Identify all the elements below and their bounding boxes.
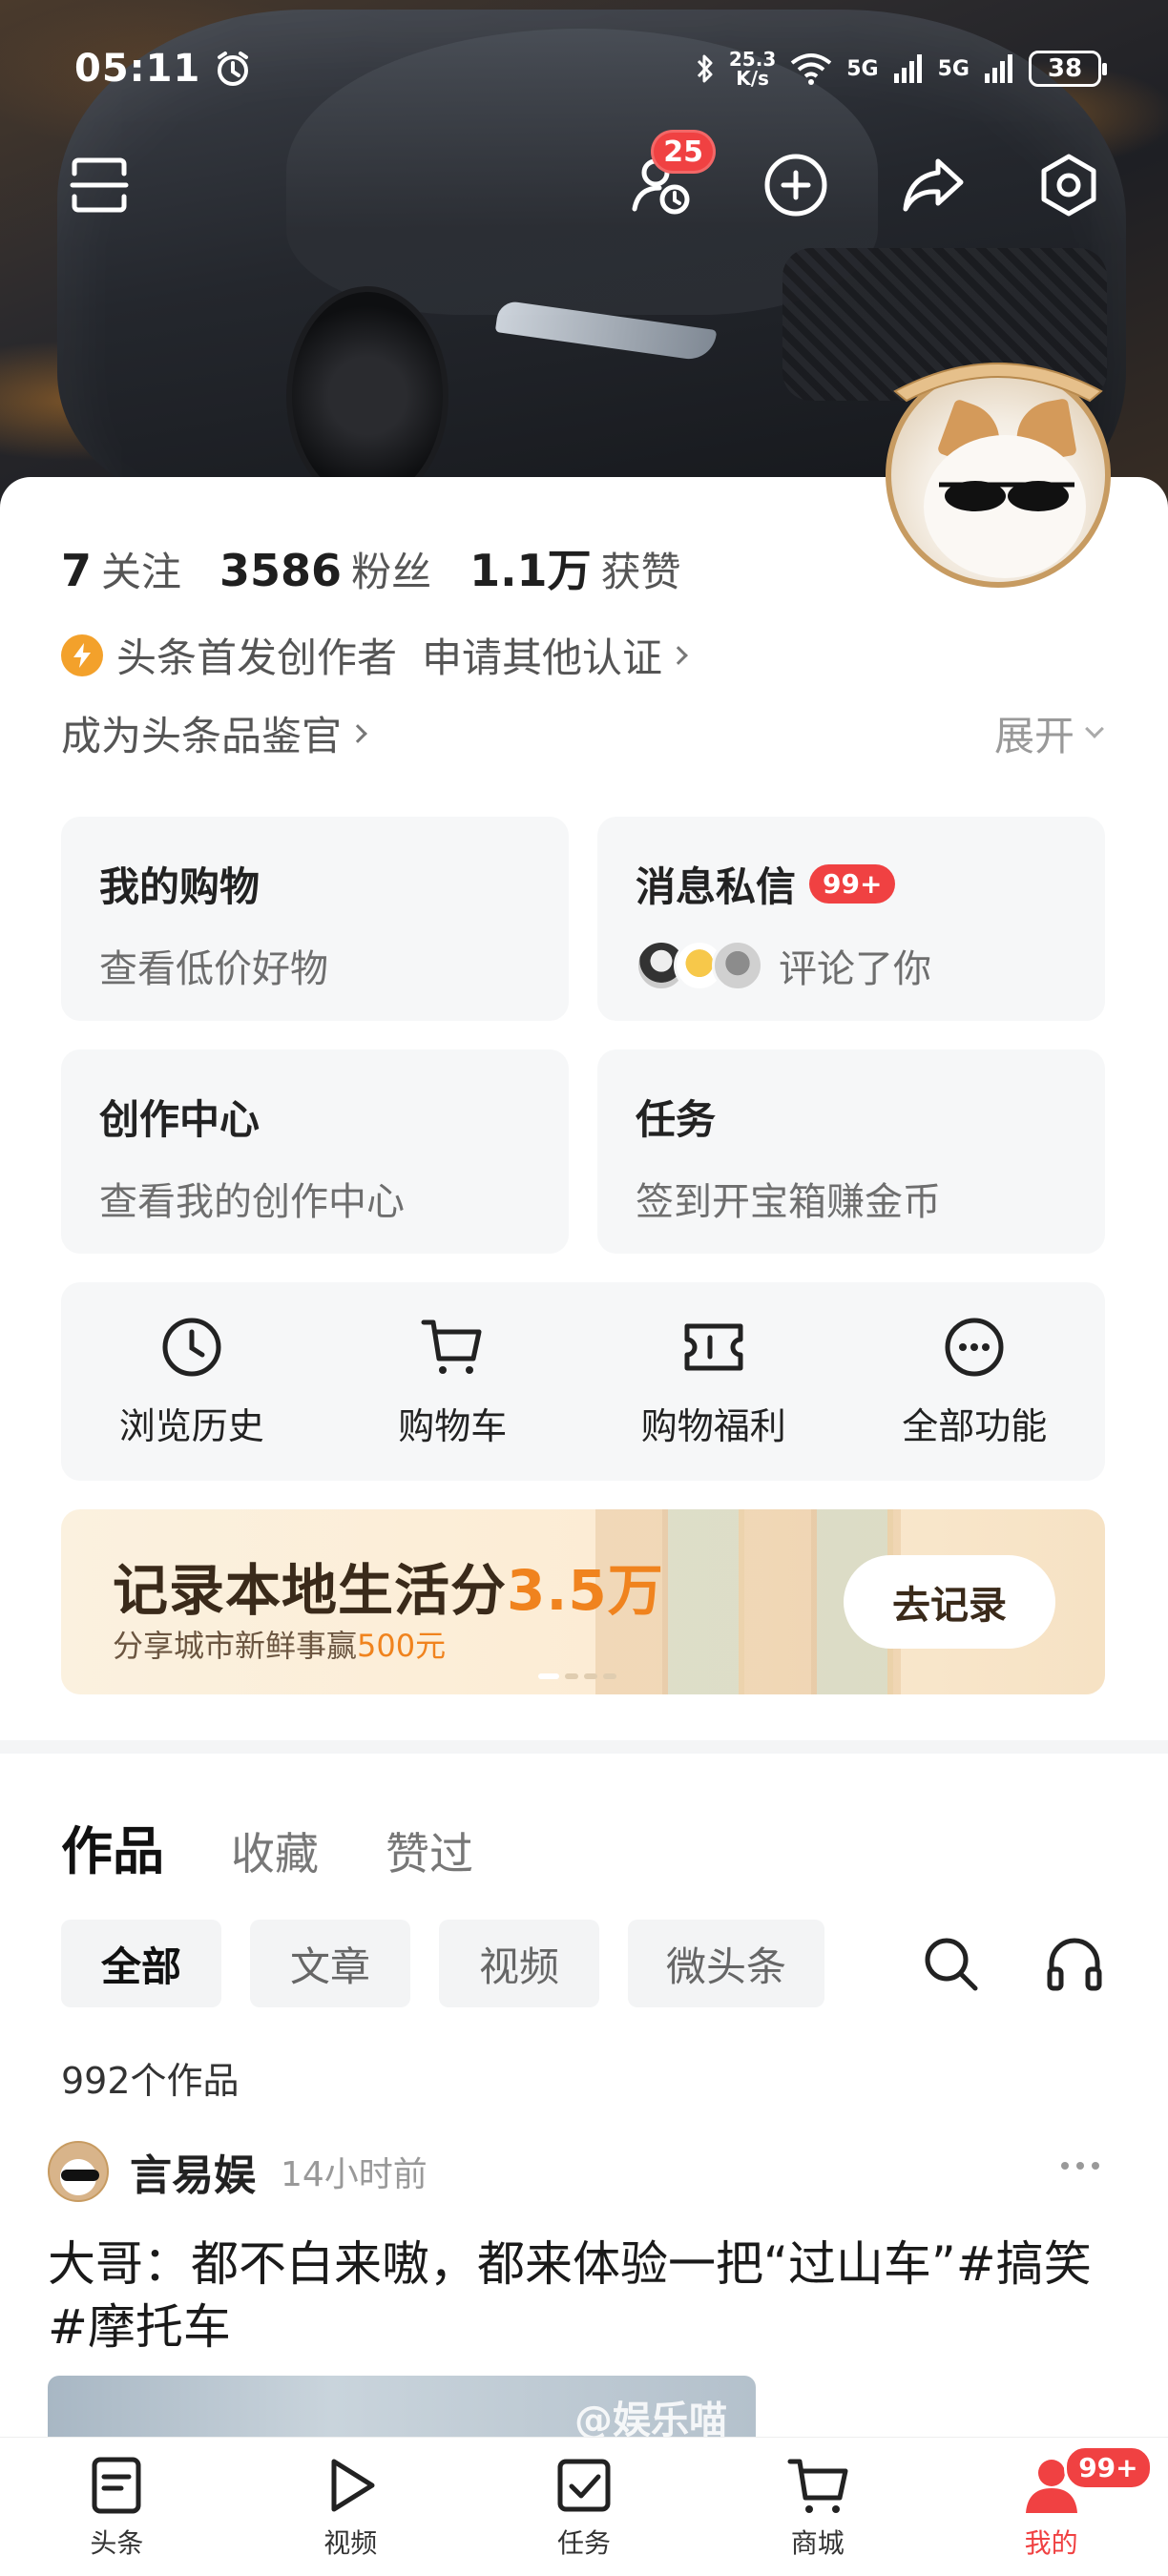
followers-stat[interactable]: 3586 粉丝 <box>219 540 431 598</box>
avatar[interactable] <box>886 343 1111 588</box>
judge-row: 成为头条品鉴官 展开 <box>61 704 1104 762</box>
scan-button[interactable] <box>63 149 136 221</box>
works-count: 992个作品 <box>61 2060 240 2102</box>
mall-cart-icon <box>787 2459 848 2513</box>
clock-icon <box>162 1318 221 1376</box>
profile-nav-badge: 99+ <box>1064 2445 1153 2490</box>
cart-icon <box>421 1319 482 1374</box>
become-judge-link[interactable]: 成为头条品鉴官 <box>61 704 367 762</box>
search-icon[interactable] <box>920 1933 981 1994</box>
settings-hexagon-icon <box>1041 154 1096 217</box>
status-bar: 05:11 25.3 K/s 5G 5G 38 <box>74 42 1107 95</box>
status-time: 05:11 <box>74 47 201 91</box>
signal-bars-icon <box>893 54 922 83</box>
post-time: 14小时前 <box>281 2155 428 2194</box>
bluetooth-icon <box>697 54 713 83</box>
all-functions-button[interactable]: 全部功能 <box>845 1282 1106 1481</box>
nav-tasks[interactable]: 任务 <box>468 2438 701 2576</box>
share-button[interactable] <box>897 149 970 221</box>
post-author-avatar[interactable] <box>48 2141 109 2202</box>
likes-stat[interactable]: 1.1万 获赞 <box>469 536 681 599</box>
local-life-promo-banner[interactable]: 记录本地生活分3.5万 分享城市新鲜事赢500元 去记录 <box>61 1509 1105 1694</box>
play-icon <box>331 2459 375 2511</box>
creation-center-card[interactable]: 创作中心 查看我的创作中心 <box>61 1049 569 1254</box>
browse-history-button[interactable]: 浏览历史 <box>61 1282 323 1481</box>
nav-video[interactable]: 视频 <box>234 2438 468 2576</box>
avatar-badge-banner <box>893 363 1103 403</box>
plus-circle-icon <box>764 154 827 217</box>
profile-stats: 7 关注 3586 粉丝 1.1万 获赞 <box>61 536 720 599</box>
bottom-navigation: 头条 视频 任务 商城 我的 99+ <box>0 2437 1168 2576</box>
shopping-cart-button[interactable]: 购物车 <box>323 1282 584 1481</box>
signal-bars-icon-2 <box>985 54 1012 83</box>
shopping-benefits-button[interactable]: 购物福利 <box>583 1282 845 1481</box>
expand-button[interactable]: 展开 <box>994 704 1104 762</box>
post-author-name[interactable]: 言易娱 <box>130 2141 256 2202</box>
coupon-icon <box>684 1323 743 1370</box>
wifi-icon <box>791 53 832 85</box>
settings-button[interactable] <box>1032 149 1105 221</box>
content-tabs: 作品 收藏 赞过 <box>61 1809 540 1884</box>
sunglasses-icon <box>939 481 1074 511</box>
chip-micro-posts[interactable]: 微头条 <box>628 1920 825 2007</box>
tasks-card[interactable]: 任务 签到开宝箱赚金币 <box>597 1049 1105 1254</box>
nav-mall[interactable]: 商城 <box>700 2438 934 2576</box>
chevron-right-icon <box>348 723 367 743</box>
commenter-avatar <box>712 940 763 991</box>
cover-car-wheel <box>286 286 448 506</box>
notification-badge: 25 <box>651 130 716 174</box>
section-divider <box>0 1740 1168 1754</box>
create-post-button[interactable] <box>760 149 832 221</box>
signal-label-1: 5G <box>846 56 879 81</box>
tab-favorites[interactable]: 收藏 <box>231 1819 319 1882</box>
more-icon <box>945 1318 1004 1376</box>
messages-badge: 99+ <box>809 864 896 904</box>
tab-works[interactable]: 作品 <box>61 1809 164 1884</box>
nav-profile[interactable]: 我的 99+ <box>934 2438 1168 2576</box>
post-title[interactable]: 大哥：都不白来嗷，都来体验一把“过山车”#搞笑#摩托车 <box>48 2233 1126 2358</box>
chevron-right-icon <box>669 645 688 665</box>
promo-page-indicator <box>538 1673 616 1679</box>
following-stat[interactable]: 7 关注 <box>61 540 181 598</box>
chip-videos[interactable]: 视频 <box>439 1920 599 2007</box>
signal-label-2: 5G <box>937 56 970 81</box>
lightning-badge-icon <box>61 634 103 676</box>
battery-indicator: 38 <box>1029 51 1107 87</box>
chip-all[interactable]: 全部 <box>61 1920 221 2007</box>
my-shopping-card[interactable]: 我的购物 查看低价好物 <box>61 817 569 1021</box>
promo-subline: 分享城市新鲜事赢500元 <box>113 1628 447 1664</box>
promo-headline: 记录本地生活分3.5万 <box>113 1558 664 1623</box>
certification-label[interactable]: 头条首发创作者 <box>116 626 397 684</box>
nav-headlines[interactable]: 头条 <box>0 2438 234 2576</box>
quick-actions: 浏览历史 购物车 购物福利 全部功能 <box>61 1282 1105 1481</box>
alarm-icon <box>218 52 249 86</box>
post-more-button[interactable] <box>1061 2162 1099 2170</box>
network-speed: 25.3 K/s <box>728 48 777 90</box>
tab-liked[interactable]: 赞过 <box>386 1819 473 1882</box>
visitor-history-button[interactable]: 25 <box>626 130 716 221</box>
headphones-icon[interactable] <box>1044 1933 1105 1994</box>
filter-chips: 全部 文章 视频 微头条 <box>61 1920 825 2007</box>
messages-card[interactable]: 消息私信 99+ 评论了你 <box>597 817 1105 1021</box>
post-header: 言易娱 14小时前 <box>48 2141 428 2202</box>
chevron-down-icon <box>1085 718 1104 738</box>
scan-icon <box>70 157 129 213</box>
chip-articles[interactable]: 文章 <box>250 1920 410 2007</box>
ellipsis-icon <box>1061 2162 1069 2170</box>
go-record-button[interactable]: 去记录 <box>844 1555 1055 1649</box>
news-icon <box>92 2457 141 2513</box>
apply-certification-link[interactable]: 申请其他认证 <box>422 626 688 684</box>
task-check-icon <box>557 2459 611 2511</box>
certification-row: 头条首发创作者 申请其他认证 <box>61 626 688 684</box>
share-icon <box>903 158 964 212</box>
